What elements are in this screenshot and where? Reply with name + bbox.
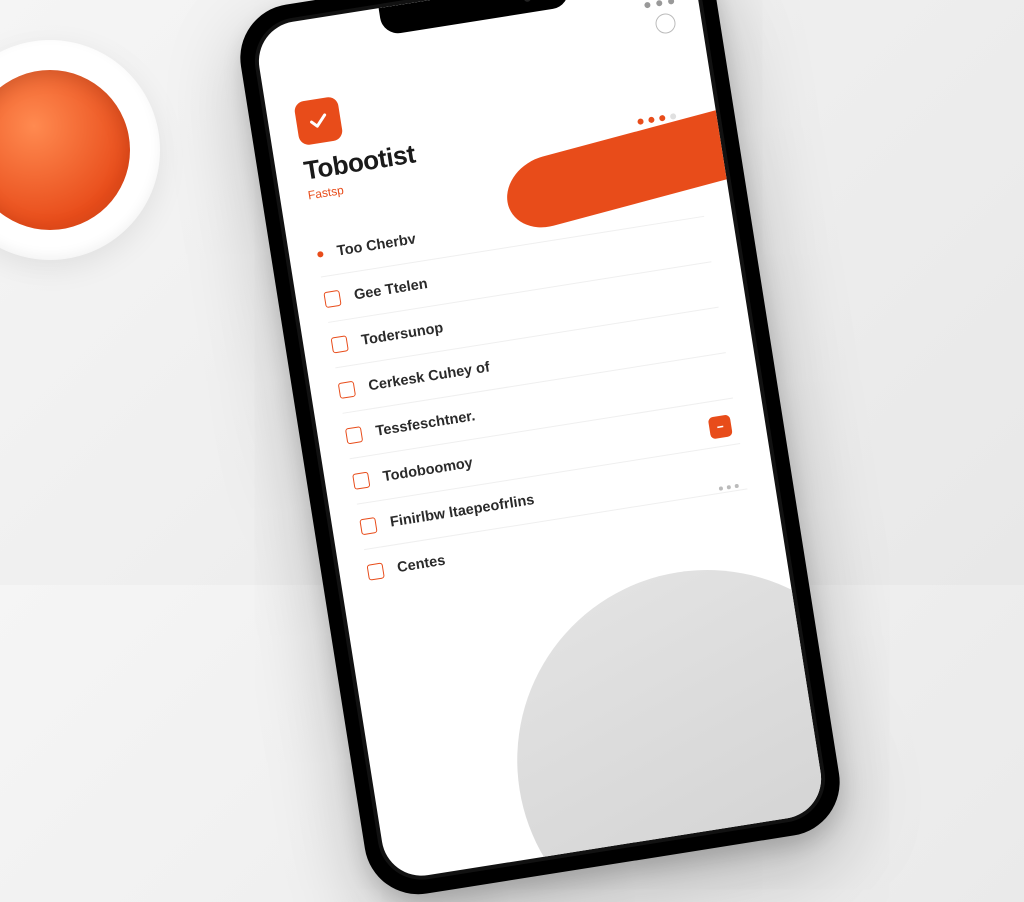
checkbox-icon[interactable] <box>330 335 348 353</box>
checkbox-icon[interactable] <box>352 471 370 489</box>
item-label: Cerkesk Cuhey of <box>367 359 490 394</box>
coffee-cup-decoration <box>0 40 160 260</box>
item-label: Tessfeschtner. <box>374 408 476 440</box>
task-list: Too Cherbv Gee Ttelen Todersunop Cerkesk… <box>284 151 783 600</box>
item-label: Centes <box>396 553 446 576</box>
checkbox-icon[interactable] <box>359 516 377 534</box>
item-label: Finirlbw ltaepeofrlins <box>389 491 536 530</box>
item-label: Gee Ttelen <box>353 276 429 303</box>
item-label: Too Cherbv <box>336 231 417 259</box>
checkbox-icon[interactable] <box>367 562 385 580</box>
bullet-icon <box>317 250 324 257</box>
tag-badge-icon[interactable] <box>708 414 733 439</box>
checkmark-icon <box>305 107 332 134</box>
checkbox-icon[interactable] <box>338 380 356 398</box>
phone-frame: Tobootist Fastsp Too Cherbv Gee Ttelen <box>233 0 848 902</box>
phone-screen: Tobootist Fastsp Too Cherbv Gee Ttelen <box>253 0 827 881</box>
app-logo-icon[interactable] <box>293 96 343 146</box>
checkbox-icon[interactable] <box>323 289 341 307</box>
background-shape <box>490 543 827 882</box>
item-label: Todersunop <box>360 320 444 349</box>
checkbox-icon[interactable] <box>345 426 363 444</box>
item-label: Todoboomoy <box>382 455 474 485</box>
